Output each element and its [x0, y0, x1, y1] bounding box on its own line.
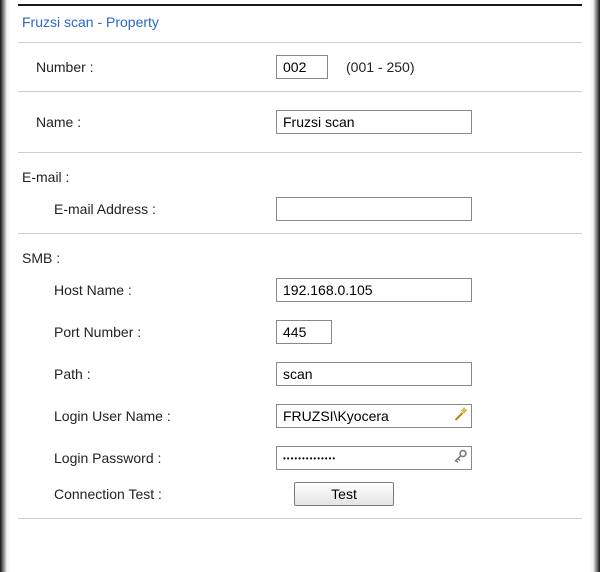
number-input[interactable]: [276, 55, 328, 79]
path-label: Path :: [54, 366, 276, 382]
divider: [18, 152, 582, 153]
connection-test-label: Connection Test :: [54, 486, 294, 502]
smb-section-label: SMB :: [18, 240, 582, 272]
divider: [18, 42, 582, 43]
host-label: Host Name :: [54, 282, 276, 298]
name-label: Name :: [36, 114, 276, 130]
name-input[interactable]: [276, 110, 472, 134]
login-user-input[interactable]: [276, 404, 472, 428]
login-password-input[interactable]: [276, 446, 472, 470]
port-label: Port Number :: [54, 324, 276, 340]
test-button[interactable]: Test: [294, 482, 394, 506]
email-section-label: E-mail :: [18, 159, 582, 191]
login-password-label: Login Password :: [54, 450, 276, 466]
email-address-label: E-mail Address :: [54, 201, 276, 217]
divider: [18, 518, 582, 519]
number-label: Number :: [36, 59, 276, 75]
host-input[interactable]: [276, 278, 472, 302]
path-input[interactable]: [276, 362, 472, 386]
port-input[interactable]: [276, 320, 332, 344]
divider: [18, 233, 582, 234]
divider: [18, 91, 582, 92]
email-address-input[interactable]: [276, 197, 472, 221]
number-hint: (001 - 250): [346, 59, 414, 75]
page-title: Fruzsi scan - Property: [18, 6, 582, 36]
login-user-label: Login User Name :: [54, 408, 276, 424]
